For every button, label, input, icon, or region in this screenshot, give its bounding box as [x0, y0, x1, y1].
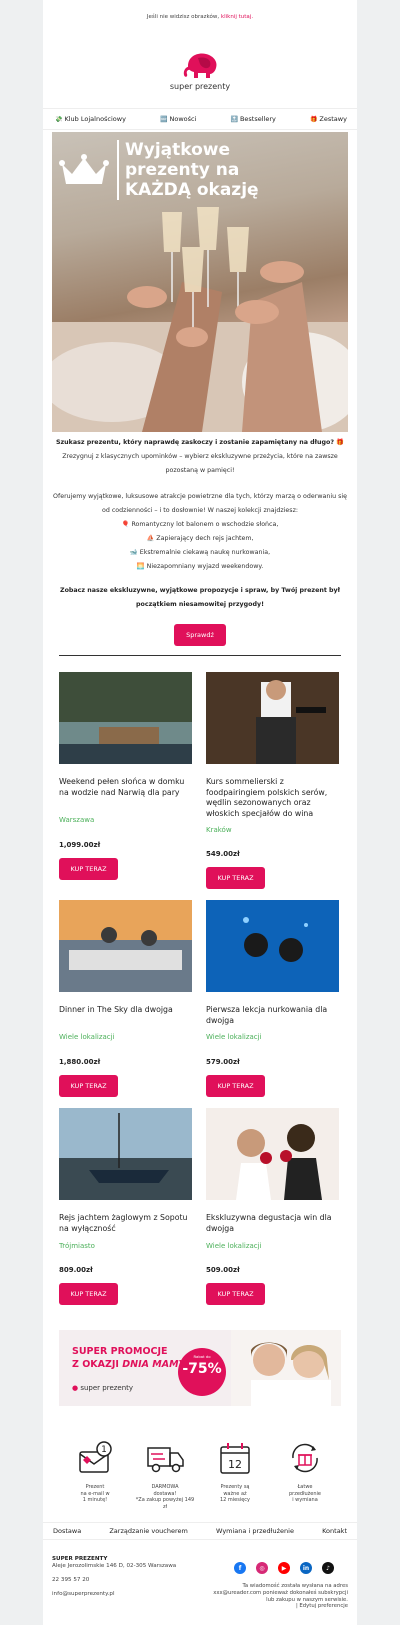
legal-note: Ta wiadomość została wysłana na adres xx…	[208, 1583, 348, 1610]
view-online-link[interactable]: kliknij tutaj.	[221, 14, 253, 20]
check-button[interactable]: Sprawdź	[174, 624, 226, 646]
product-card[interactable]: Rejs jachtem żaglowym z Sopotu na wyłącz…	[59, 1108, 192, 1305]
divider	[59, 655, 341, 656]
product-card[interactable]: Ekskluzywna degustacja win dla dwojga Wi…	[206, 1108, 339, 1305]
new-icon: 🆕	[160, 115, 168, 123]
feature-email: 1 Prezent na e-mail w1 minutę!	[65, 1440, 125, 1510]
tiktok-icon[interactable]: ♪	[322, 1562, 334, 1574]
promo-brand: ● super prezenty	[72, 1384, 134, 1392]
phone[interactable]: 22 395 57 20	[52, 1577, 176, 1584]
gift-refresh-icon	[292, 1443, 318, 1473]
product-card[interactable]: Kurs sommelierski z foodpairingiem polsk…	[206, 672, 339, 889]
product-image[interactable]	[206, 1108, 339, 1200]
product-image[interactable]	[59, 1108, 192, 1200]
buy-now-button[interactable]: KUP TERAZ	[206, 1075, 265, 1097]
footer-link-delivery[interactable]: Dostawa	[53, 1527, 81, 1535]
product-card[interactable]: Dinner in The Sky dla dwojga Wiele lokal…	[59, 900, 192, 1097]
product-card[interactable]: Weekend pełen słońca w domku na wodzie n…	[59, 672, 192, 880]
logo[interactable]: super prezenty	[43, 52, 357, 91]
image-notice: Jeśli nie widzisz obrazków, kliknij tuta…	[146, 14, 254, 20]
youtube-icon[interactable]: ▶	[278, 1562, 290, 1574]
social-links: f ◎ ▶ in ♪	[234, 1562, 334, 1574]
email-body: Jeśli nie widzisz obrazków, kliknij tuta…	[43, 0, 357, 1625]
facebook-icon[interactable]: f	[234, 1562, 246, 1574]
product-card[interactable]: Pierwsza lekcja nurkowania dla dwojga Wi…	[206, 900, 339, 1097]
footer-link-contact[interactable]: Kontakt	[322, 1527, 347, 1535]
crown-icon	[59, 154, 109, 184]
footer-link-vouchers[interactable]: Zarządzanie voucherem	[109, 1527, 188, 1535]
company-info: SUPER PREZENTY Aleje Jerozolimskie 146 D…	[52, 1556, 177, 1598]
buy-now-button[interactable]: KUP TERAZ	[206, 1283, 265, 1305]
email-link[interactable]: info@superprezenty.pl	[52, 1591, 176, 1598]
footer-nav: Dostawa Zarządzanie voucherem Wymiana i …	[43, 1522, 357, 1540]
buy-now-button[interactable]: KUP TERAZ	[59, 1283, 118, 1305]
intro-text: Szukasz prezentu, który naprawdę zaskocz…	[53, 439, 347, 608]
linkedin-icon[interactable]: in	[300, 1562, 312, 1574]
nav-item-new[interactable]: 🆕 Nowości	[160, 115, 196, 123]
mother-daughter-image	[231, 1330, 341, 1406]
gift-icon: 🎁	[309, 115, 318, 123]
elephant-icon: ●	[72, 1384, 79, 1392]
feature-delivery: DARMOWA dostawa! *Za zakup powyżej 149 zł	[135, 1440, 195, 1510]
feature-validity: 12 Prezenty są ważne aż 12 miesięcy	[205, 1440, 265, 1510]
footer-link-exchange[interactable]: Wymiana i przedłużenie	[216, 1527, 294, 1535]
product-image[interactable]	[59, 900, 192, 992]
money-icon: 💸	[55, 115, 63, 123]
envelope-1-icon: 1	[79, 1441, 112, 1473]
instagram-icon[interactable]: ◎	[256, 1562, 268, 1574]
elephant-icon	[183, 53, 217, 78]
promo-banner[interactable]: SUPER PROMOCJE Z OKAZJI DNIA MAMY! ● sup…	[59, 1330, 341, 1406]
svg-text:1: 1	[101, 1445, 107, 1455]
calendar-12-icon: 12	[220, 1443, 250, 1474]
nav-item-loyalty[interactable]: 💸 Klub Lojalnościowy	[55, 115, 126, 123]
promo-title: SUPER PROMOCJE Z OKAZJI DNIA MAMY!	[72, 1346, 190, 1370]
top-nav: 💸 Klub Lojalnościowy 🆕 Nowości 🔝 Bestseller…	[43, 108, 357, 130]
buy-now-button[interactable]: KUP TERAZ	[206, 867, 265, 889]
hero-banner[interactable]: Wyjątkowe prezenty na KAŻDĄ okazję	[52, 132, 348, 432]
svg-text:12: 12	[228, 1458, 242, 1471]
brand-name: super prezenty	[169, 82, 231, 91]
features-row: 1 Prezent na e-mail w1 minutę! DARMOWA dos…	[65, 1440, 335, 1510]
hero-title: Wyjątkowe prezenty na KAŻDĄ okazję	[117, 140, 259, 200]
product-image[interactable]	[59, 672, 192, 764]
discount-badge: Rabat do -75%	[178, 1348, 226, 1396]
product-image[interactable]	[206, 900, 339, 992]
buy-now-button[interactable]: KUP TERAZ	[59, 1075, 118, 1097]
truck-icon	[147, 1447, 184, 1473]
feature-exchange: Łatwe przedłużenie i wymiana	[275, 1440, 335, 1510]
product-image[interactable]	[206, 672, 339, 764]
edit-preferences-link[interactable]: | Edytuj preferencje	[208, 1603, 348, 1610]
nav-item-sets[interactable]: 🎁 Zestawy	[310, 115, 347, 123]
nav-item-bestsellers[interactable]: 🔝 Bestsellery	[230, 115, 275, 123]
top-icon: 🔝	[230, 115, 238, 123]
buy-now-button[interactable]: KUP TERAZ	[59, 858, 118, 880]
